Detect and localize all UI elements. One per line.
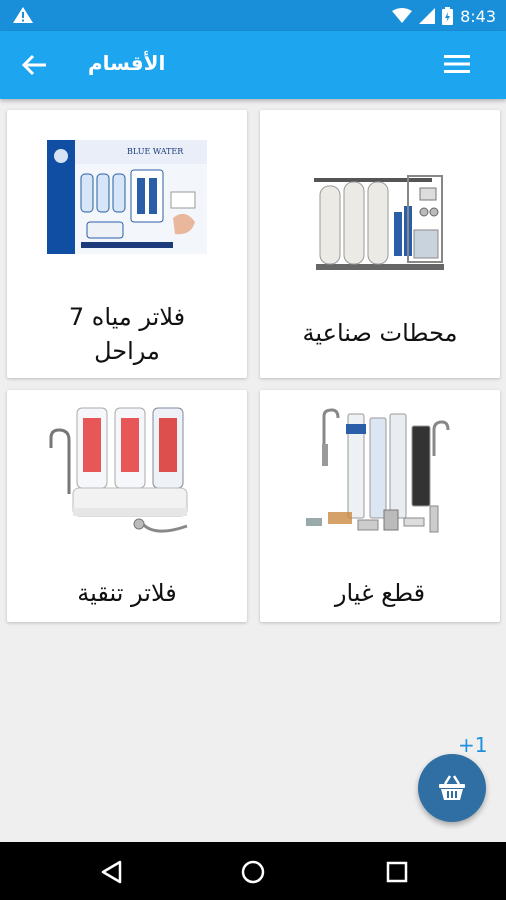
spare-parts-image: [306, 408, 450, 533]
cart-badge: +1: [458, 733, 488, 757]
category-label: قطع غيار: [334, 579, 426, 607]
navigation-bar: [0, 842, 506, 900]
category-label: فلاتر مياه 7 مراحل: [68, 303, 186, 365]
battery-icon: [442, 7, 454, 25]
status-time: 8:43: [460, 6, 496, 26]
recents-square-icon[interactable]: [384, 859, 410, 885]
category-card-spare-parts[interactable]: قطع غيار: [260, 390, 500, 622]
signal-icon: [419, 8, 436, 24]
back-triangle-icon[interactable]: [99, 859, 125, 885]
home-circle-icon[interactable]: [240, 859, 266, 885]
purification-filters-image: [49, 407, 188, 533]
category-card-seven-stage-filters[interactable]: BLUE WATER فلاتر مياه 7 مراحل: [7, 110, 247, 378]
warning-icon: [13, 7, 33, 23]
category-card-purification-filters[interactable]: فلاتر تنقية: [7, 390, 247, 622]
svg-text:BLUE WATER: BLUE WATER: [127, 147, 184, 156]
app-bar: الأقسام: [0, 31, 506, 99]
wifi-icon: [392, 8, 413, 23]
category-label: محطات صناعية: [302, 319, 458, 347]
seven-stage-filter-box-image: BLUE WATER: [47, 140, 207, 254]
basket-icon: [439, 775, 465, 800]
hamburger-menu-icon[interactable]: [444, 53, 470, 75]
cart-button[interactable]: [418, 754, 486, 822]
category-card-industrial-stations[interactable]: محطات صناعية: [260, 110, 500, 378]
arrow-back-icon[interactable]: [20, 51, 50, 79]
industrial-ro-station-image: [314, 175, 444, 270]
category-label: فلاتر تنقية: [77, 579, 177, 607]
status-bar: 8:43: [0, 0, 506, 31]
page-title: الأقسام: [88, 51, 166, 75]
